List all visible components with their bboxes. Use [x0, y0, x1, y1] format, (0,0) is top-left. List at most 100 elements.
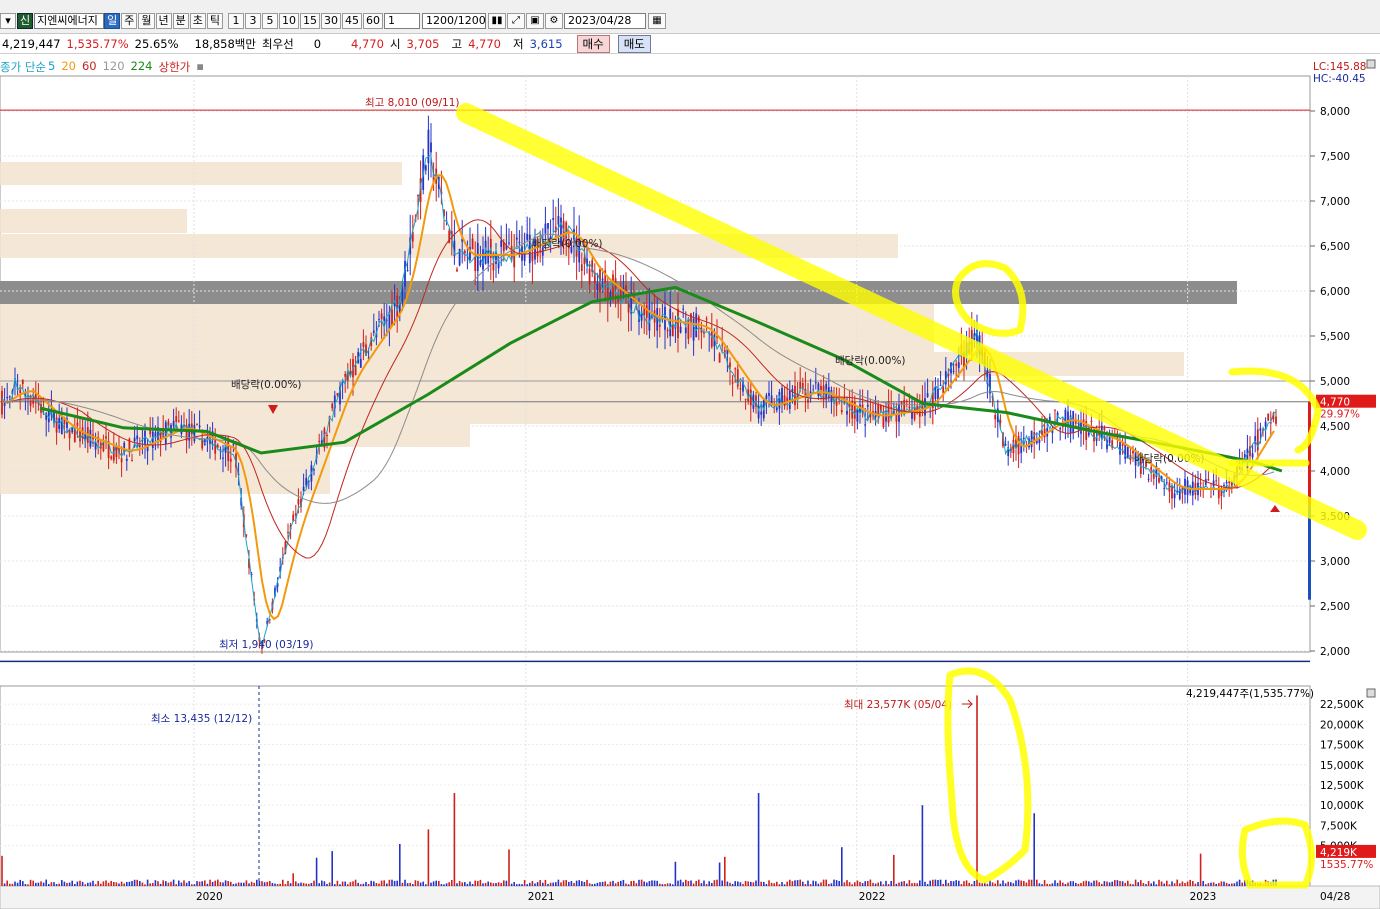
volume-bar — [464, 882, 466, 886]
candle-body — [596, 283, 599, 290]
volume-bar — [968, 882, 970, 886]
volume-bar — [165, 881, 167, 886]
candle-body — [138, 445, 141, 448]
volume-bar — [126, 881, 128, 886]
candle-body — [908, 406, 911, 409]
volume-bar — [534, 883, 536, 886]
volume-bar — [87, 882, 89, 886]
volume-bar — [352, 881, 354, 886]
volume-bar — [14, 881, 16, 886]
volume-bar — [1163, 883, 1165, 886]
volume-bar — [323, 881, 326, 886]
volume-bar — [773, 883, 775, 886]
candle-body — [1147, 478, 1150, 480]
candle-body — [8, 396, 11, 398]
stock-chart[interactable]: 8,000 7,500 7,000 6,500 6,000 5,500 5,000 4,500… — [0, 0, 1380, 909]
volume-bar — [516, 884, 518, 886]
volume-bar — [495, 883, 497, 886]
volume-bar — [596, 882, 599, 886]
volume-bar — [230, 881, 232, 886]
volume-bar — [747, 881, 749, 886]
candle-body — [731, 382, 734, 384]
volume-bar — [89, 882, 92, 886]
candle-body — [492, 263, 495, 271]
volume-bar — [383, 880, 385, 886]
volume-bar — [856, 880, 859, 886]
volume-bar — [1023, 880, 1025, 886]
volume-tick-label: 7,500K — [1320, 820, 1358, 832]
candle-body — [177, 420, 180, 422]
volume-bar — [1158, 879, 1160, 886]
candle-body — [1199, 482, 1202, 485]
volume-bar — [243, 882, 245, 886]
volume-bar — [872, 882, 874, 886]
candle-body — [515, 237, 518, 240]
volume-bar — [612, 880, 614, 886]
volume-bar — [367, 884, 370, 886]
volume-bar — [573, 882, 575, 886]
candle-body — [679, 326, 682, 333]
candle-body — [1215, 480, 1218, 482]
volume-bar — [154, 880, 157, 886]
volume-bar — [945, 879, 947, 886]
volume-bar — [768, 880, 770, 886]
volume-bar — [880, 881, 882, 886]
volume-bar — [471, 884, 474, 886]
volume-bar — [869, 879, 872, 886]
volume-bar — [627, 884, 630, 886]
volume-bar — [877, 882, 879, 886]
volume-bar — [682, 882, 684, 886]
volume-bar — [1041, 884, 1043, 886]
volume-bar — [269, 881, 271, 886]
volume-bar — [586, 879, 588, 886]
candle-body — [471, 238, 474, 250]
volume-bar — [66, 882, 68, 886]
volume-bar — [640, 879, 643, 886]
time-tick-label: 2021 — [528, 891, 555, 903]
volume-bar — [1134, 879, 1137, 886]
candle-body — [866, 404, 869, 407]
candle-body — [739, 388, 742, 390]
volume-bar — [963, 881, 965, 886]
volume-bar — [555, 882, 557, 886]
candle-body — [331, 403, 334, 409]
volume-bar — [955, 880, 957, 886]
candle-body — [864, 424, 867, 426]
volume-bar — [981, 883, 983, 886]
volume-bar — [344, 881, 346, 886]
volume-bar — [713, 880, 716, 886]
candle-body — [1228, 481, 1231, 484]
candle-body — [861, 404, 864, 408]
candle-body — [552, 217, 555, 220]
candle-body — [154, 432, 157, 437]
volume-bar — [952, 881, 955, 886]
volume-bar — [1028, 879, 1030, 886]
candle-body — [229, 458, 232, 462]
volume-bar — [235, 883, 237, 886]
volume-bar — [617, 881, 619, 886]
candle-body — [344, 373, 347, 377]
volume-bar — [1171, 881, 1173, 886]
volume-bar — [295, 881, 297, 886]
volume-bar — [425, 884, 427, 886]
volume-bar — [68, 882, 71, 886]
candle-body — [721, 344, 724, 346]
candle-body — [287, 531, 289, 533]
volume-bar — [1137, 882, 1139, 886]
volume-bar — [820, 882, 822, 886]
volume-bar — [479, 879, 482, 886]
volume-bar — [971, 884, 973, 886]
volume-bar — [1106, 881, 1108, 886]
volume-bar — [1085, 880, 1087, 886]
volume-bar — [763, 881, 765, 886]
volume-bar — [362, 883, 365, 886]
day-range-bar — [1308, 505, 1311, 600]
volume-bar — [804, 884, 807, 886]
volume-bar — [833, 879, 835, 886]
volume-bar — [973, 880, 976, 886]
volume-bar — [1093, 880, 1095, 886]
volume-bar — [1205, 884, 1207, 886]
volume-bar — [731, 883, 734, 886]
candle-body — [1150, 467, 1153, 471]
candle-body — [625, 285, 627, 291]
